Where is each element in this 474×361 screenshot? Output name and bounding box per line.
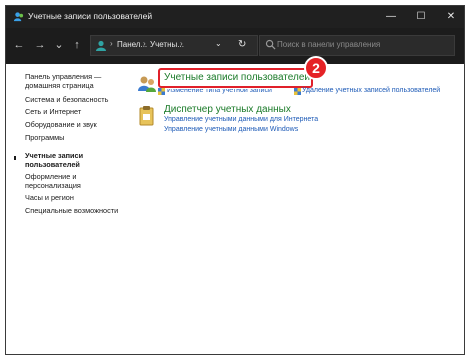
maximize-button[interactable]: ☐ xyxy=(406,6,436,28)
up-button[interactable]: ↑ xyxy=(69,37,85,53)
sidebar-item-clock-region[interactable]: Часы и регион xyxy=(25,193,74,202)
breadcrumb-separator: › xyxy=(180,39,183,48)
close-button[interactable]: ✕ xyxy=(436,6,466,28)
credential-manager-icon xyxy=(139,106,154,126)
shield-icon xyxy=(294,88,301,95)
current-item-marker xyxy=(14,156,16,160)
control-panel-window: Учетные записи пользователей — ☐ ✕ ← → ⌄… xyxy=(5,5,465,355)
user-accounts-category-icon xyxy=(138,76,156,92)
breadcrumb-separator: › xyxy=(143,39,146,48)
sidebar-item-home[interactable]: домашняя страница xyxy=(25,81,94,90)
sidebar-item-programs[interactable]: Программы xyxy=(25,133,64,142)
address-dropdown-button[interactable]: ⌄ xyxy=(215,39,222,48)
breadcrumb-separator: › xyxy=(110,39,113,48)
address-bar[interactable]: › Панел... › Учетны... › ⌄ ↻ xyxy=(90,35,258,56)
back-button[interactable]: ← xyxy=(11,37,27,53)
sidebar-item-accessibility[interactable]: Специальные возможности xyxy=(25,206,118,215)
user-accounts-icon xyxy=(13,12,24,22)
sidebar-item-user-accounts[interactable]: пользователей xyxy=(25,160,80,169)
breadcrumb-user-accounts[interactable]: Учетны... xyxy=(150,40,184,49)
credential-manager-link[interactable]: Диспетчер учетных данных xyxy=(164,104,291,115)
sidebar-item-appearance[interactable]: Оформление и xyxy=(25,172,76,181)
control-panel-icon xyxy=(96,40,106,51)
window-title: Учетные записи пользователей xyxy=(28,11,153,21)
shield-icon xyxy=(158,88,165,95)
search-icon xyxy=(265,39,276,50)
search-input[interactable]: Поиск в панели управления xyxy=(277,40,380,49)
title-bar: Учетные записи пользователей — ☐ ✕ xyxy=(6,6,464,28)
sidebar-item-hardware-sound[interactable]: Оборудование и звук xyxy=(25,120,97,129)
refresh-button[interactable]: ↻ xyxy=(238,39,246,50)
sidebar-item-network[interactable]: Сеть и Интернет xyxy=(25,107,81,116)
content-area: Панель управления — домашняя страница Си… xyxy=(6,56,464,354)
navigation-toolbar: ← → ⌄ ↑ › Панел... › Учетны... › ⌄ ↻ Пои… xyxy=(6,28,464,64)
web-credentials-link[interactable]: Управление учетными данными для Интернет… xyxy=(164,116,318,123)
sidebar: Панель управления — домашняя страница Си… xyxy=(6,64,121,354)
remove-user-accounts-link[interactable]: Удаление учетных записей пользователей xyxy=(302,87,440,94)
user-accounts-link[interactable]: Учетные записи пользователей xyxy=(164,72,310,83)
sidebar-item-user-accounts[interactable]: Учетные записи xyxy=(25,151,83,160)
minimize-button[interactable]: — xyxy=(376,6,406,28)
sidebar-item-system-security[interactable]: Система и безопасность xyxy=(25,95,108,104)
windows-credentials-link[interactable]: Управление учетными данными Windows xyxy=(164,126,298,133)
forward-button[interactable]: → xyxy=(32,37,48,53)
sidebar-item-home[interactable]: Панель управления — xyxy=(25,72,101,81)
search-box[interactable]: Поиск в панели управления xyxy=(259,35,455,56)
change-account-type-link[interactable]: Изменение типа учетной записи xyxy=(167,89,272,94)
sidebar-item-appearance[interactable]: персонализация xyxy=(25,181,81,190)
step-badge: 2 xyxy=(304,56,328,80)
recent-locations-button[interactable]: ⌄ xyxy=(51,37,67,53)
